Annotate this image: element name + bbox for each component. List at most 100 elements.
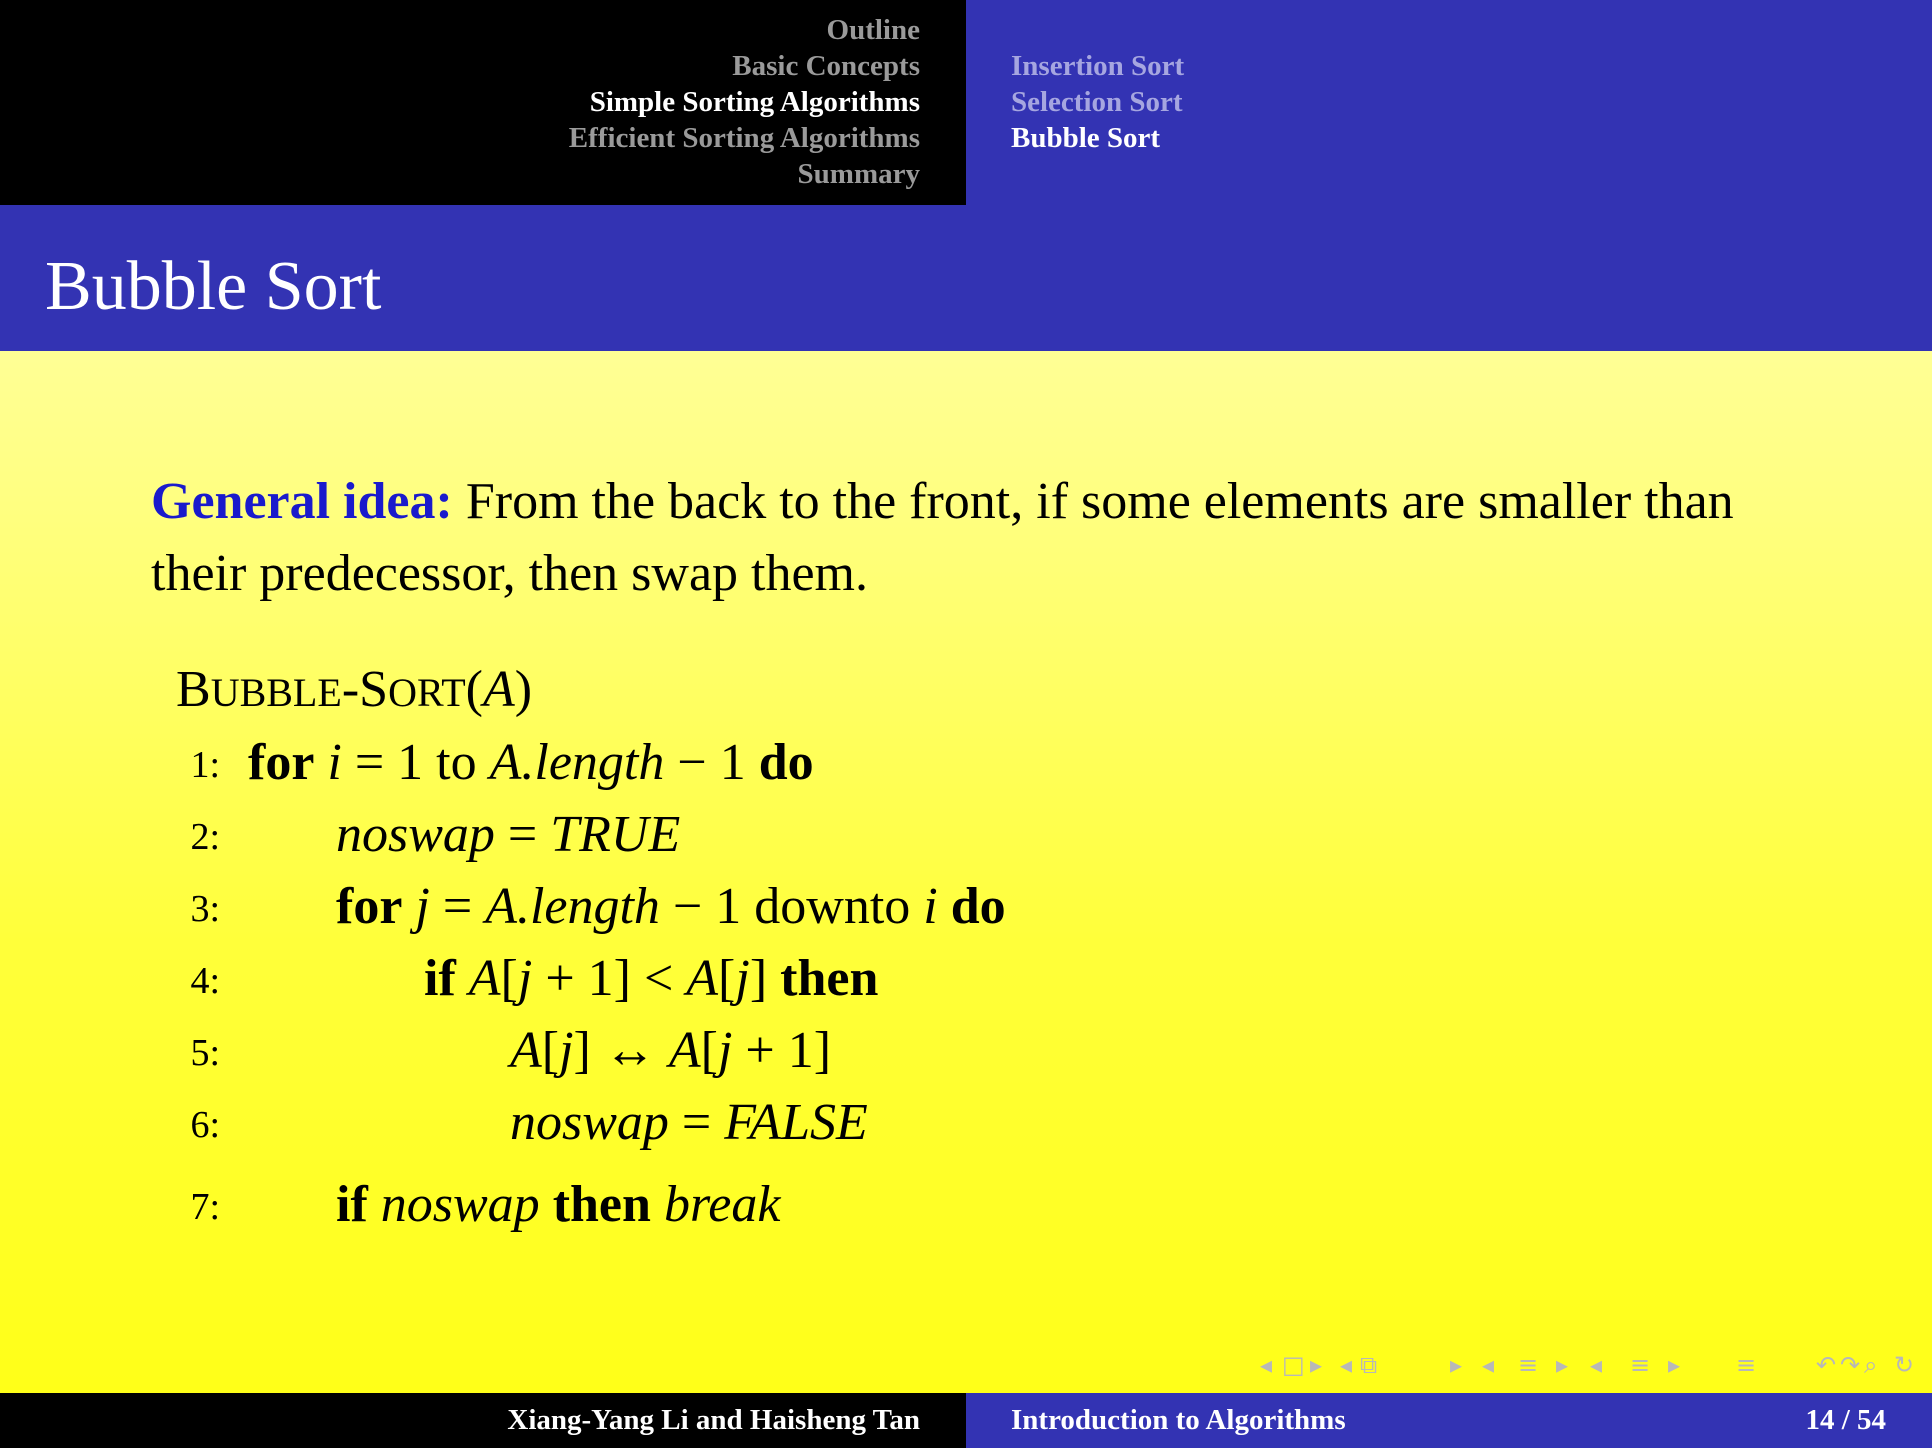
footer-page-number: 14 / 54 — [1805, 1404, 1886, 1436]
document-icon[interactable]: ≡ — [1630, 1350, 1650, 1380]
code-text: ] ↔ — [573, 1022, 669, 1079]
forward-icon[interactable]: ↷ — [1840, 1350, 1860, 1380]
code-text: [ — [718, 950, 736, 1007]
next-frame-arrow-icon[interactable]: ▸ — [1310, 1350, 1322, 1380]
variable: A — [668, 1022, 701, 1079]
variable: A — [468, 950, 501, 1007]
keyword: do — [950, 878, 1006, 935]
variable: FALSE — [724, 1094, 868, 1151]
code-text: = 1 to — [341, 734, 490, 791]
prev-frame-arrow-icon[interactable]: ◂ — [1260, 1350, 1272, 1380]
footer-author-panel: Xiang-Yang Li and Haisheng Tan — [0, 1393, 966, 1448]
line-number: 7: — [190, 1186, 220, 1228]
variable: j — [717, 1022, 733, 1079]
code-text: ] — [749, 950, 781, 1007]
code-line-2: noswap = TRUE — [336, 803, 680, 867]
variable: TRUE — [550, 806, 681, 863]
nav-section-outline[interactable]: Outline — [569, 12, 920, 48]
general-idea-paragraph: General idea: From the back to the front… — [151, 466, 1811, 610]
algorithm-name-b: B — [176, 661, 211, 718]
prev-section-arrow-icon[interactable]: ◂ — [1482, 1350, 1494, 1380]
subsection-icon[interactable]: ⧉ — [1360, 1350, 1377, 1380]
frame-icon[interactable]: □ — [1282, 1350, 1305, 1380]
prev-subsection-arrow-icon[interactable]: ◂ — [1340, 1350, 1352, 1380]
footer-title-panel: Introduction to Algorithms 14 / 54 — [966, 1393, 1932, 1448]
algorithm-param: A — [483, 661, 515, 718]
keyword: do — [758, 734, 814, 791]
variable: break — [663, 1176, 781, 1233]
code-text: [ — [500, 950, 518, 1007]
algorithm-close-paren: ) — [514, 661, 533, 718]
variable: A.length — [485, 878, 660, 935]
header-section-panel: Outline Basic Concepts Simple Sorting Al… — [0, 0, 966, 205]
keyword: for — [336, 878, 403, 935]
back-icon[interactable]: ↶ — [1816, 1350, 1836, 1380]
line-number: 1: — [190, 744, 220, 786]
variable: j — [415, 878, 430, 935]
nav-subsection-selection-sort[interactable]: Selection Sort — [1011, 84, 1184, 120]
slide: Outline Basic Concepts Simple Sorting Al… — [0, 0, 1932, 1448]
variable: i — [923, 878, 938, 935]
line-number: 5: — [190, 1032, 220, 1074]
nav-section-summary[interactable]: Summary — [569, 156, 920, 192]
footer-authors: Xiang-Yang Li and Haisheng Tan — [507, 1404, 920, 1436]
variable: i — [327, 734, 342, 791]
frame-title-bar: Bubble Sort — [0, 205, 1932, 351]
algorithm-name: BUBBLE-SORT(A) — [176, 658, 532, 725]
nav-subsection-bubble-sort[interactable]: Bubble Sort — [1011, 120, 1184, 156]
line-number: 4: — [190, 960, 220, 1002]
algorithm-name-dash: - — [341, 661, 360, 718]
code-text: + 1] < — [532, 950, 687, 1007]
keyword: for — [248, 734, 315, 791]
line-number: 6: — [190, 1104, 220, 1146]
code-line-6: noswap = FALSE — [510, 1091, 868, 1155]
nav-section-simple-sorting[interactable]: Simple Sorting Algorithms — [569, 84, 920, 120]
code-line-7: if noswap then break — [336, 1173, 780, 1237]
keyword: if — [336, 1176, 368, 1233]
nav-subsection-insertion-sort[interactable]: Insertion Sort — [1011, 48, 1184, 84]
keyword: if — [424, 950, 456, 1007]
variable: j — [559, 1022, 574, 1079]
next-document-arrow-icon[interactable]: ▸ — [1668, 1350, 1680, 1380]
subsection-nav: Insertion Sort Selection Sort Bubble Sor… — [1011, 48, 1184, 156]
header-subsection-panel: Insertion Sort Selection Sort Bubble Sor… — [966, 0, 1932, 205]
nav-section-efficient-sorting[interactable]: Efficient Sorting Algorithms — [569, 120, 920, 156]
variable: noswap — [336, 806, 495, 863]
code-text: [ — [700, 1022, 718, 1079]
algorithm-name-s: S — [359, 661, 389, 718]
line-number: 2: — [190, 816, 220, 858]
code-text: = — [668, 1094, 725, 1151]
prev-document-arrow-icon[interactable]: ◂ — [1590, 1350, 1602, 1380]
line-number: 3: — [190, 888, 220, 930]
algorithm-name-ort: ORT — [388, 670, 466, 715]
variable: noswap — [380, 1176, 540, 1233]
code-text: − 1 — [664, 734, 759, 791]
next-section-arrow-icon[interactable]: ▸ — [1556, 1350, 1568, 1380]
footer-course-title: Introduction to Algorithms — [1011, 1404, 1346, 1436]
appendix-icon[interactable]: ≡ — [1736, 1350, 1756, 1380]
code-line-3: for j = A.length − 1 downto i do — [336, 875, 1006, 939]
code-text: − 1 downto — [659, 878, 924, 935]
variable: A — [686, 950, 719, 1007]
keyword: then — [780, 950, 879, 1007]
code-line-1: for i = 1 to A.length − 1 do — [248, 731, 814, 795]
search-icon[interactable]: ⌕ — [1864, 1350, 1877, 1380]
section-nav: Outline Basic Concepts Simple Sorting Al… — [569, 12, 920, 192]
algorithm-open-paren: ( — [465, 661, 483, 718]
nav-section-basic-concepts[interactable]: Basic Concepts — [569, 48, 920, 84]
variable: A.length — [489, 734, 665, 791]
algorithm-name-ubble: UBBLE — [210, 670, 342, 715]
variable: noswap — [510, 1094, 669, 1151]
variable: A — [510, 1022, 542, 1079]
next-subsection-arrow-icon[interactable]: ▸ — [1450, 1350, 1462, 1380]
frame-title: Bubble Sort — [45, 248, 382, 325]
section-icon[interactable]: ≡ — [1518, 1350, 1538, 1380]
code-line-4: if A[j + 1] < A[j] then — [424, 947, 878, 1011]
general-idea-label: General idea: — [151, 473, 453, 530]
code-text: = — [494, 806, 551, 863]
refresh-icon[interactable]: ↻ — [1894, 1350, 1914, 1380]
code-text: = — [429, 878, 486, 935]
code-line-5: A[j] ↔ A[j + 1] — [510, 1019, 831, 1083]
code-text: + 1] — [732, 1022, 832, 1079]
variable: j — [517, 950, 533, 1007]
